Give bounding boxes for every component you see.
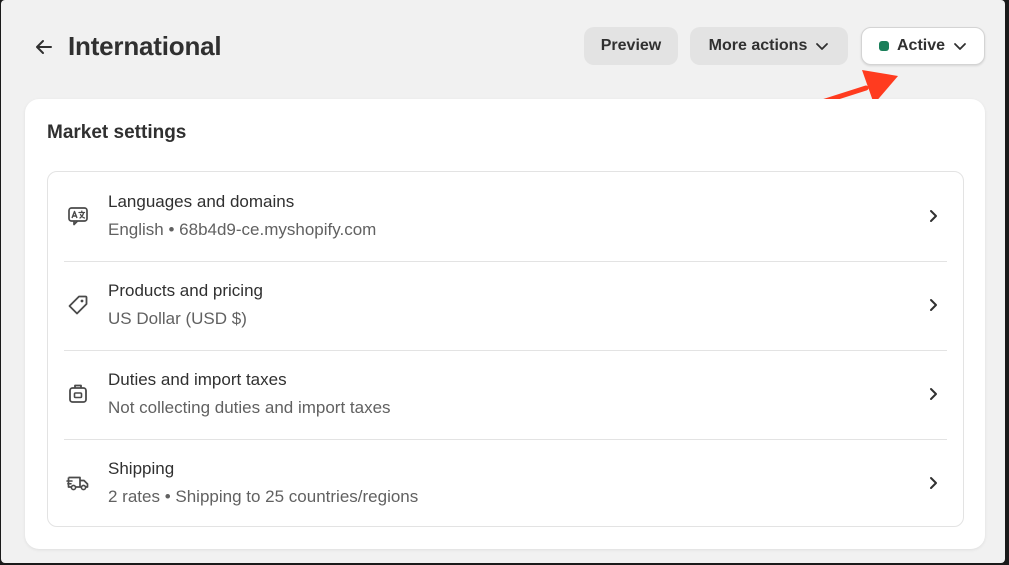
chevron-down-icon xyxy=(954,43,966,50)
list-item-title: Products and pricing xyxy=(108,281,263,300)
chevron-right-icon xyxy=(930,477,937,489)
language-icon xyxy=(68,207,88,226)
more-actions-label: More actions xyxy=(708,37,808,54)
more-actions-button[interactable]: More actions xyxy=(690,27,848,65)
list-item-languages-and-domains[interactable]: Languages and domains English • 68b4d9-c… xyxy=(48,172,963,261)
preview-button-label: Preview xyxy=(600,37,662,54)
preview-button[interactable]: Preview xyxy=(584,27,678,65)
price-tag-icon xyxy=(68,295,88,315)
app-window: International Preview More actions Activ… xyxy=(1,0,1005,563)
list-item-title: Shipping xyxy=(108,459,175,478)
chevron-down-icon xyxy=(816,43,829,50)
status-dot-icon xyxy=(878,41,889,51)
chevron-right-icon xyxy=(930,299,937,311)
page-title: International xyxy=(68,31,222,61)
list-item-duties-and-import-taxes[interactable]: Duties and import taxes Not collecting d… xyxy=(48,350,963,439)
page-header: International Preview More actions Activ… xyxy=(1,0,1005,121)
list-item-shipping[interactable]: Shipping 2 rates • Shipping to 25 countr… xyxy=(48,439,963,528)
status-dropdown-button[interactable]: Active xyxy=(861,27,985,65)
list-item-title: Duties and import taxes xyxy=(108,370,287,389)
list-item-products-and-pricing[interactable]: Products and pricing US Dollar (USD $) xyxy=(48,261,963,350)
card-title: Market settings xyxy=(47,122,187,143)
settings-list: Languages and domains English • 68b4d9-c… xyxy=(47,171,964,527)
arrow-left-icon[interactable] xyxy=(33,36,55,58)
list-item-subtitle: US Dollar (USD $) xyxy=(108,309,247,328)
list-item-subtitle: Not collecting duties and import taxes xyxy=(108,398,391,417)
list-item-title: Languages and domains xyxy=(108,192,295,211)
list-item-subtitle: 2 rates • Shipping to 25 countries/regio… xyxy=(108,487,419,506)
market-settings-card: Market settings Languages and domains En… xyxy=(25,99,985,549)
delivery-truck-icon xyxy=(66,476,89,491)
chevron-right-icon xyxy=(930,388,937,400)
list-item-subtitle: English • 68b4d9-ce.myshopify.com xyxy=(108,220,377,239)
status-label: Active xyxy=(896,37,946,54)
chevron-right-icon xyxy=(930,210,937,222)
package-duties-icon xyxy=(69,384,87,403)
